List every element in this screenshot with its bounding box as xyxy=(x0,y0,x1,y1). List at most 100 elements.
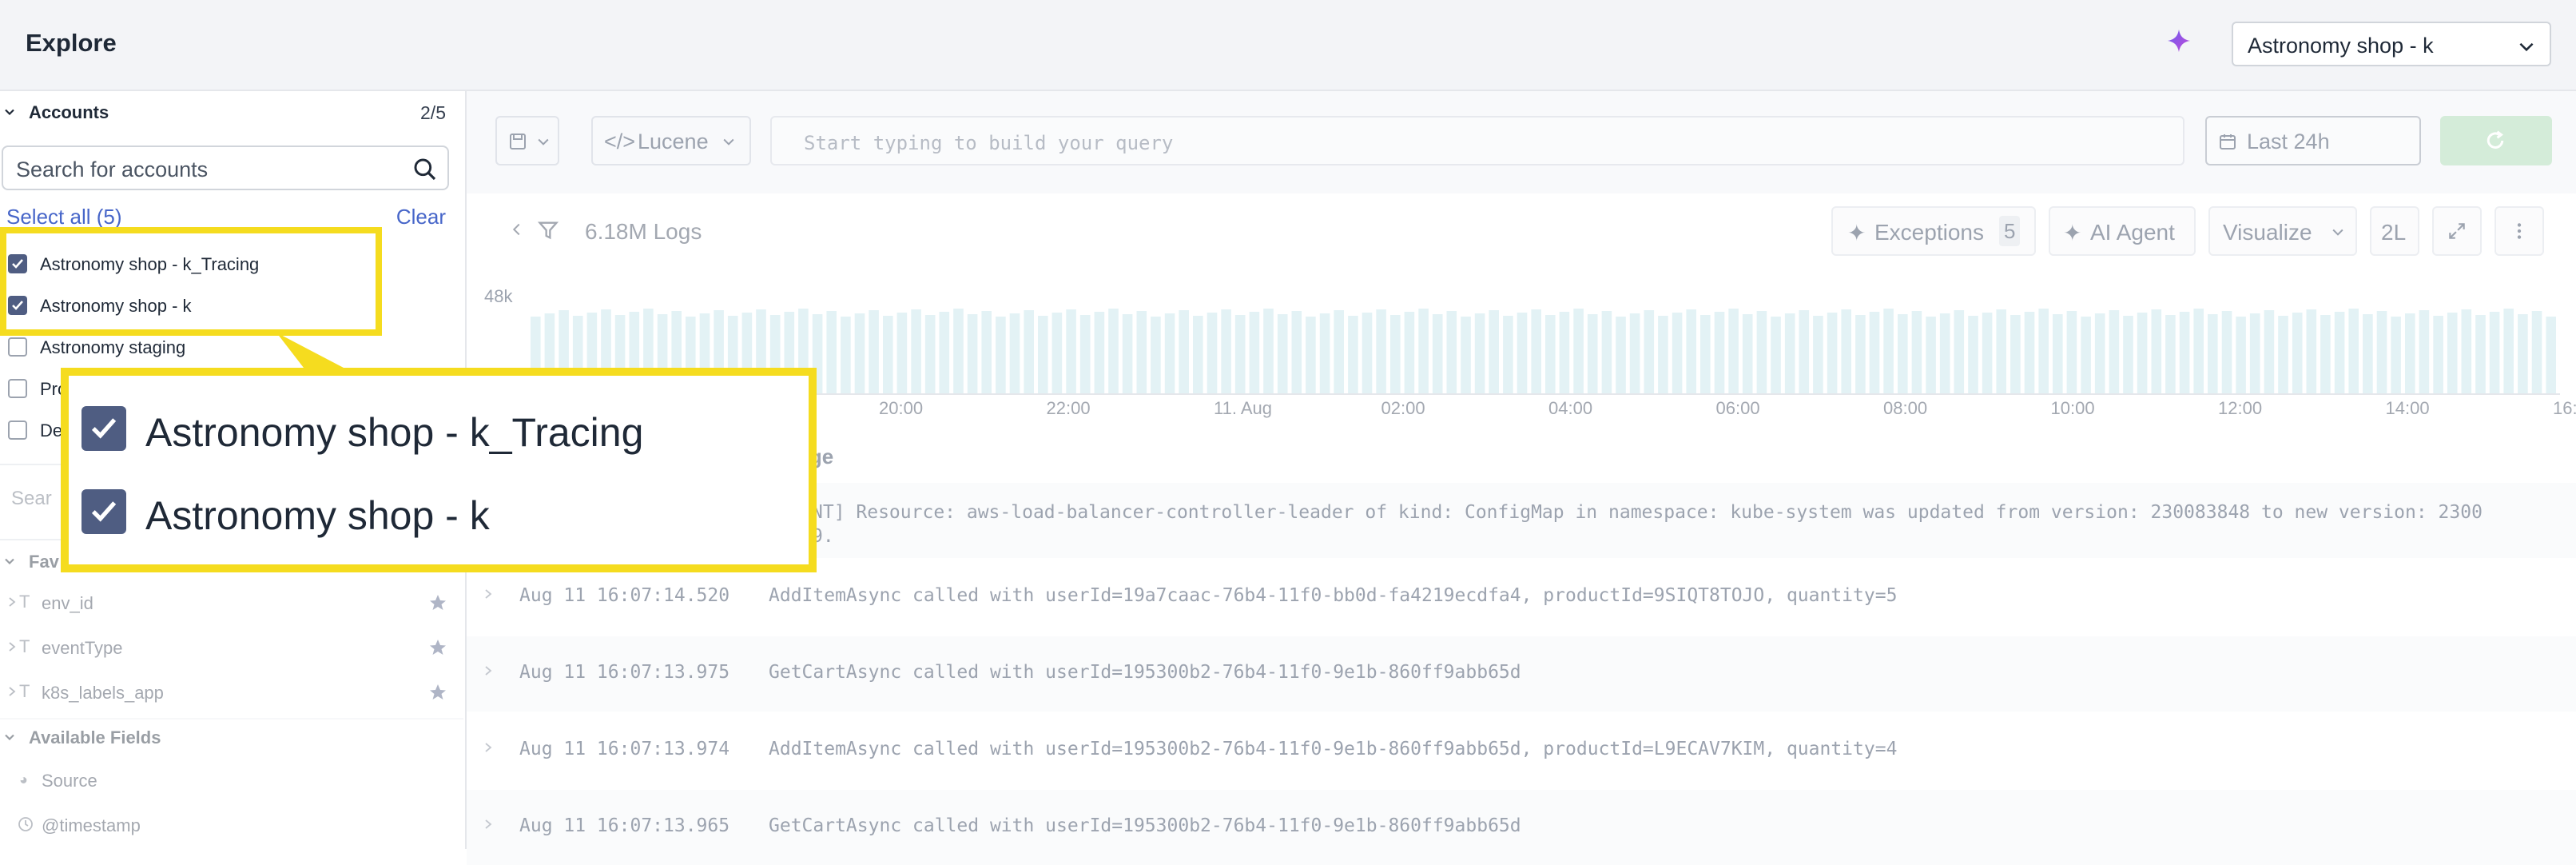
ai-agent-button[interactable]: ✦ AI Agent xyxy=(2049,206,2196,256)
histogram-bar[interactable] xyxy=(939,312,950,395)
histogram-bar[interactable] xyxy=(1066,309,1076,395)
histogram-bar[interactable] xyxy=(2024,312,2035,395)
histogram-bar[interactable] xyxy=(981,311,992,395)
select-all-link[interactable]: Select all (5) xyxy=(6,205,122,229)
histogram-bar[interactable] xyxy=(2546,317,2556,395)
histogram-bar[interactable] xyxy=(1926,317,1936,395)
filter-icon[interactable] xyxy=(537,219,559,241)
histogram-bar[interactable] xyxy=(1094,312,1105,395)
expand-button[interactable] xyxy=(2432,206,2482,256)
histogram-bar[interactable] xyxy=(1404,312,1415,395)
histogram-bar[interactable] xyxy=(1348,316,1358,395)
chevron-right-icon[interactable] xyxy=(483,742,494,753)
histogram-bar[interactable] xyxy=(2236,317,2246,395)
histogram-bar[interactable] xyxy=(1996,309,2006,395)
histogram-bar[interactable] xyxy=(2363,314,2373,395)
favorite-field[interactable]: T env_id xyxy=(6,587,454,619)
histogram-bar[interactable] xyxy=(1108,309,1119,395)
histogram-bar[interactable] xyxy=(1587,314,1598,395)
checkbox-unchecked[interactable] xyxy=(8,337,27,357)
histogram-bar[interactable] xyxy=(2348,309,2359,395)
histogram-bar[interactable] xyxy=(2320,315,2331,395)
ai-sparkle-icon[interactable] xyxy=(2165,27,2192,54)
histogram-bar[interactable] xyxy=(1334,310,1344,395)
available-field[interactable]: @timestamp xyxy=(6,809,454,841)
histogram-bar[interactable] xyxy=(2475,315,2486,395)
histogram-bar[interactable] xyxy=(2264,310,2275,395)
histogram-bar[interactable] xyxy=(1038,316,1048,395)
chevron-left-icon[interactable] xyxy=(508,221,526,238)
histogram-bar[interactable] xyxy=(1390,315,1401,395)
histogram-bar[interactable] xyxy=(1799,310,1810,395)
histogram-bar[interactable] xyxy=(1446,311,1457,395)
histogram-bar[interactable] xyxy=(2292,313,2303,395)
favorite-field[interactable]: T eventType xyxy=(6,632,454,664)
histogram-bar[interactable] xyxy=(1474,313,1485,395)
histogram-bar[interactable] xyxy=(1319,313,1330,395)
chevron-down-icon[interactable] xyxy=(2,553,18,569)
histogram-bar[interactable] xyxy=(1263,309,1274,395)
histogram-bar[interactable] xyxy=(2193,309,2204,395)
log-histogram[interactable] xyxy=(531,283,2560,395)
more-options-button[interactable] xyxy=(2495,206,2544,256)
histogram-bar[interactable] xyxy=(896,313,908,395)
histogram-bar[interactable] xyxy=(2531,311,2542,395)
histogram-bar[interactable] xyxy=(2179,312,2190,395)
histogram-bar[interactable] xyxy=(1362,313,1373,395)
histogram-bar[interactable] xyxy=(953,309,964,395)
histogram-bar[interactable] xyxy=(1728,309,1739,395)
account-selector[interactable]: Astronomy shop - k xyxy=(2232,22,2551,66)
histogram-bar[interactable] xyxy=(2066,311,2077,395)
histogram-bar[interactable] xyxy=(1559,312,1570,395)
histogram-bar[interactable] xyxy=(1742,314,1753,395)
histogram-bar[interactable] xyxy=(1968,316,1978,395)
query-language-select[interactable]: </> Lucene xyxy=(591,116,751,165)
favorite-field[interactable]: T k8s_labels_app xyxy=(6,676,454,708)
chevron-down-icon[interactable] xyxy=(2,104,18,120)
histogram-bar[interactable] xyxy=(854,313,865,395)
histogram-bar[interactable] xyxy=(1658,316,1668,395)
chevron-right-icon[interactable] xyxy=(6,641,18,652)
histogram-bar[interactable] xyxy=(2503,309,2514,395)
histogram-bar[interactable] xyxy=(826,311,837,395)
histogram-bar[interactable] xyxy=(1418,309,1429,395)
log-row[interactable]: Aug 11 16:07:13.974 AddItemAsync called … xyxy=(467,713,2576,788)
histogram-bar[interactable] xyxy=(2038,309,2049,395)
histogram-bar[interactable] xyxy=(1629,313,1640,395)
histogram-bar[interactable] xyxy=(2518,314,2528,395)
histogram-bar[interactable] xyxy=(1911,311,1922,395)
visualize-button[interactable]: Visualize xyxy=(2208,206,2357,256)
chevron-right-icon[interactable] xyxy=(483,588,494,600)
histogram-bar[interactable] xyxy=(1827,313,1838,395)
histogram-bar[interactable] xyxy=(1644,310,1655,395)
histogram-bar[interactable] xyxy=(1939,313,1950,395)
chevron-down-icon[interactable] xyxy=(2,729,18,745)
histogram-bar[interactable] xyxy=(1193,316,1203,395)
histogram-bar[interactable] xyxy=(1616,317,1626,395)
histogram-bar[interactable] xyxy=(869,310,879,395)
histogram-bar[interactable] xyxy=(2151,309,2162,395)
log-row[interactable]: Aug 11 16:07:13.965 GetCartAsync called … xyxy=(467,790,2576,865)
histogram-bar[interactable] xyxy=(1982,313,1993,395)
histogram-bar[interactable] xyxy=(1784,313,1795,395)
histogram-bar[interactable] xyxy=(2376,311,2387,395)
histogram-bar[interactable] xyxy=(2461,309,2472,395)
histogram-bar[interactable] xyxy=(1517,313,1528,395)
histogram-bar[interactable] xyxy=(2165,315,2176,395)
histogram-bar[interactable] xyxy=(1841,309,1851,395)
histogram-bar[interactable] xyxy=(1179,310,1189,395)
histogram-bar[interactable] xyxy=(1771,317,1781,395)
histogram-bar[interactable] xyxy=(1221,309,1231,395)
histogram-bar[interactable] xyxy=(2391,317,2401,395)
checkbox-unchecked[interactable] xyxy=(8,379,27,398)
histogram-bar[interactable] xyxy=(2221,311,2232,395)
star-icon[interactable] xyxy=(428,593,447,612)
available-fields-title[interactable]: Available Fields xyxy=(29,727,161,748)
histogram-bar[interactable] xyxy=(1461,317,1471,395)
histogram-bar[interactable] xyxy=(2208,314,2218,395)
saved-queries-button[interactable] xyxy=(495,116,559,165)
clear-link[interactable]: Clear xyxy=(396,205,446,229)
histogram-bar[interactable] xyxy=(911,309,921,395)
histogram-bar[interactable] xyxy=(2053,314,2063,395)
histogram-bar[interactable] xyxy=(2137,313,2148,395)
